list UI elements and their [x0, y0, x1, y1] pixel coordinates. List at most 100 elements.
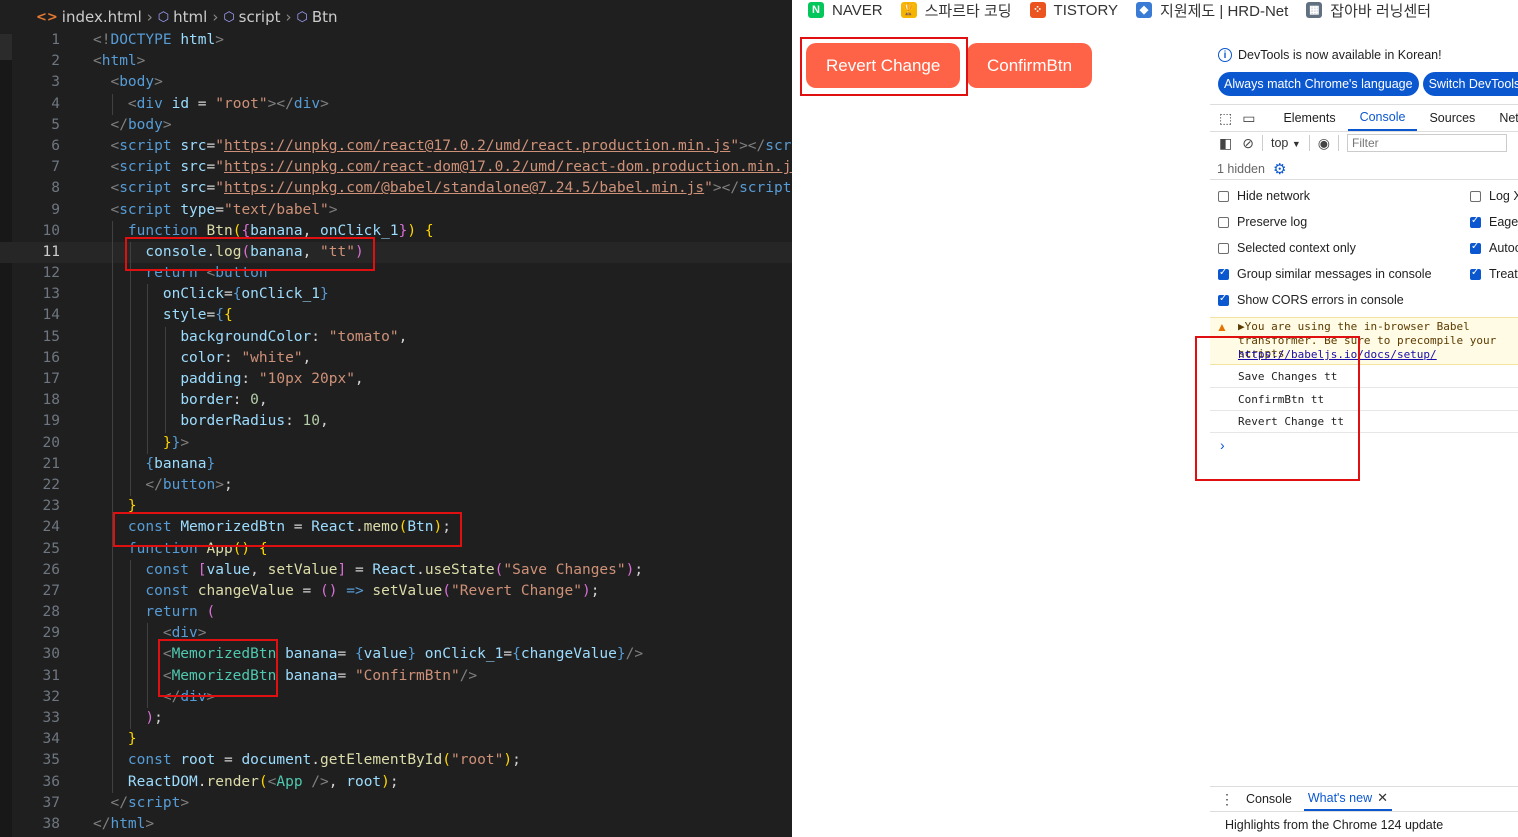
- code-line[interactable]: 17 padding: "10px 20px",: [0, 369, 792, 391]
- code-line[interactable]: 22 </button>;: [0, 474, 792, 497]
- code-line[interactable]: 38 </html>: [0, 814, 792, 835]
- code-line[interactable]: 9 <script type="text/babel">: [0, 200, 792, 221]
- code-editor[interactable]: <> index.html › ⬡ html › ⬡ script › ⬡ Bt…: [0, 0, 792, 837]
- devtools-panel[interactable]: i DevTools is now available in Korean! A…: [1195, 40, 1518, 837]
- tab-elements[interactable]: Elements: [1271, 105, 1347, 131]
- tab-sources[interactable]: Sources: [1417, 105, 1487, 131]
- checkbox[interactable]: [1218, 267, 1229, 280]
- code-line[interactable]: 27 const changeValue = () => setValue("R…: [0, 580, 792, 603]
- bookmark-item[interactable]: ◆ 지원제도 | HRD-Net: [1136, 0, 1288, 21]
- clear-console-icon[interactable]: ⊘: [1242, 135, 1254, 152]
- close-icon[interactable]: ✕: [1377, 790, 1388, 806]
- checkbox[interactable]: [1470, 215, 1481, 228]
- code-line[interactable]: 29 <div>: [0, 623, 792, 645]
- setting-checkbox-row[interactable]: Treat: [1470, 263, 1518, 285]
- bookmark-item[interactable]: 🏆 스파르타 코딩: [900, 0, 1012, 21]
- code-line[interactable]: 33 );: [0, 708, 792, 730]
- confirm-button[interactable]: ConfirmBtn: [967, 43, 1093, 88]
- cube-icon: ⬡: [157, 9, 170, 25]
- code-line[interactable]: 32 </div>: [0, 686, 792, 708]
- checkbox[interactable]: [1218, 242, 1229, 254]
- line-number: 14: [42, 307, 60, 324]
- checkbox[interactable]: [1470, 267, 1481, 280]
- code-line[interactable]: 18 border: 0,: [0, 390, 792, 412]
- code-text: border: 0,: [180, 392, 268, 409]
- code-line[interactable]: 37 </script>: [0, 793, 792, 814]
- code-line[interactable]: 1 <!DOCTYPE html>: [0, 30, 792, 51]
- filter-input[interactable]: [1346, 134, 1507, 152]
- code-line[interactable]: 15 backgroundColor: "tomato",: [0, 326, 792, 348]
- code-text: }}>: [162, 434, 190, 451]
- console-toolbar: ◧ ⊘ top ▼ ◉: [1210, 132, 1518, 154]
- cube-icon: ⬡: [296, 9, 308, 25]
- drawer-tab-console[interactable]: Console: [1234, 787, 1304, 811]
- code-line[interactable]: 13 onClick={onClick_1}: [0, 284, 792, 306]
- checkbox[interactable]: [1470, 190, 1481, 202]
- code-line[interactable]: 5 </body>: [0, 115, 792, 136]
- switch-language-button[interactable]: Switch DevTools to: [1422, 72, 1518, 96]
- code-line[interactable]: 14 style={{: [0, 305, 792, 327]
- code-line[interactable]: 10 function Btn({banana, onClick_1}) {: [0, 220, 792, 242]
- trophy-icon: 🏆: [900, 2, 917, 18]
- code-line[interactable]: 30 <MemorizedBtn banana= {value} onClick…: [0, 644, 792, 666]
- breadcrumb-btn[interactable]: ⬡ Btn: [296, 8, 337, 26]
- bookmark-item[interactable]: ⁘ TISTORY: [1029, 2, 1118, 19]
- annotation-box-console-log: [125, 237, 375, 271]
- code-line[interactable]: 20 }}>: [0, 432, 792, 454]
- drawer-tab-whats-new[interactable]: What's new ✕: [1303, 787, 1392, 811]
- live-expression-eye-icon[interactable]: ◉: [1318, 135, 1330, 152]
- code-line[interactable]: 2 <html>: [0, 51, 792, 72]
- setting-checkbox-row[interactable]: Preserve log: [1218, 211, 1307, 233]
- code-line[interactable]: 21 {banana}: [0, 453, 792, 475]
- code-line[interactable]: 3 <body>: [0, 72, 792, 93]
- checkbox[interactable]: [1470, 241, 1481, 254]
- match-language-button[interactable]: Always match Chrome's language: [1218, 72, 1419, 96]
- checkbox[interactable]: [1218, 190, 1229, 202]
- code-lines[interactable]: 1 <!DOCTYPE html> 2 <html> 3 <body> 4 <div id…: [0, 30, 792, 835]
- code-line[interactable]: 16 color: "white",: [0, 347, 792, 369]
- setting-checkbox-row[interactable]: Hide network: [1218, 185, 1310, 207]
- divider: [1308, 135, 1310, 151]
- code-line[interactable]: 4 <div id = "root"></div>: [0, 93, 792, 115]
- checkbox[interactable]: [1218, 216, 1229, 228]
- more-options-icon[interactable]: ⋮: [1220, 791, 1234, 808]
- setting-checkbox-row[interactable]: Log X: [1470, 185, 1518, 207]
- devtools-tab-bar: ⬚ ▭ Elements Console Sources Netw: [1210, 104, 1518, 132]
- breadcrumb-file[interactable]: <> index.html: [36, 8, 142, 26]
- divider: [1337, 135, 1339, 151]
- tab-network[interactable]: Netw: [1487, 105, 1518, 131]
- cube-icon: ⬡: [223, 9, 235, 25]
- setting-checkbox-row[interactable]: Group similar messages in console: [1218, 263, 1432, 285]
- code-line[interactable]: 26 const [value, setValue] = React.useSt…: [0, 559, 792, 581]
- code-line[interactable]: 12 return <button: [0, 263, 792, 285]
- device-toolbar-icon[interactable]: ▭: [1242, 110, 1255, 127]
- code-line[interactable]: 8 <script src="https://unpkg.com/@babel/…: [0, 178, 792, 199]
- setting-checkbox-row[interactable]: Eager: [1470, 211, 1518, 233]
- setting-checkbox-row[interactable]: Autoc: [1470, 237, 1518, 259]
- context-selector[interactable]: top ▼: [1271, 136, 1301, 150]
- code-line[interactable]: 6 <script src="https://unpkg.com/react@1…: [0, 136, 792, 157]
- breadcrumb-script[interactable]: ⬡ script: [223, 8, 280, 26]
- sidebar-toggle-icon[interactable]: ◧: [1219, 135, 1232, 152]
- code-line[interactable]: 28 return (: [0, 602, 792, 624]
- code-line[interactable]: 34 }: [0, 729, 792, 751]
- setting-checkbox-row[interactable]: Selected context only: [1218, 237, 1356, 259]
- setting-checkbox-row[interactable]: Show CORS errors in console: [1218, 289, 1404, 311]
- code-line[interactable]: 36 ReactDOM.render(<App />, root);: [0, 771, 792, 793]
- code-text: <div id = "root"></div>: [127, 95, 329, 112]
- code-line[interactable]: 19 borderRadius: 10,: [0, 411, 792, 433]
- code-line[interactable]: 11 console.log(banana, "tt"): [0, 241, 792, 264]
- checkbox[interactable]: [1218, 293, 1229, 306]
- breadcrumb-html[interactable]: ⬡ html: [158, 8, 208, 26]
- bookmark-item[interactable]: N NAVER: [808, 2, 883, 19]
- hrd-net-icon: ◆: [1136, 2, 1153, 18]
- inspect-element-icon[interactable]: ⬚: [1219, 110, 1232, 127]
- code-line[interactable]: 35 const root = document.getElementById(…: [0, 750, 792, 772]
- tab-console[interactable]: Console: [1347, 105, 1418, 131]
- gear-icon[interactable]: ⚙: [1273, 160, 1286, 178]
- bookmark-item[interactable]: ▦ 잡아바 러닝센터: [1306, 0, 1431, 21]
- code-line[interactable]: 7 <script src="https://unpkg.com/react-d…: [0, 157, 792, 178]
- line-number: 10: [42, 222, 60, 239]
- code-line[interactable]: 31 <MemorizedBtn banana= "ConfirmBtn"/>: [0, 665, 792, 687]
- annotation-box-memo: [113, 512, 462, 547]
